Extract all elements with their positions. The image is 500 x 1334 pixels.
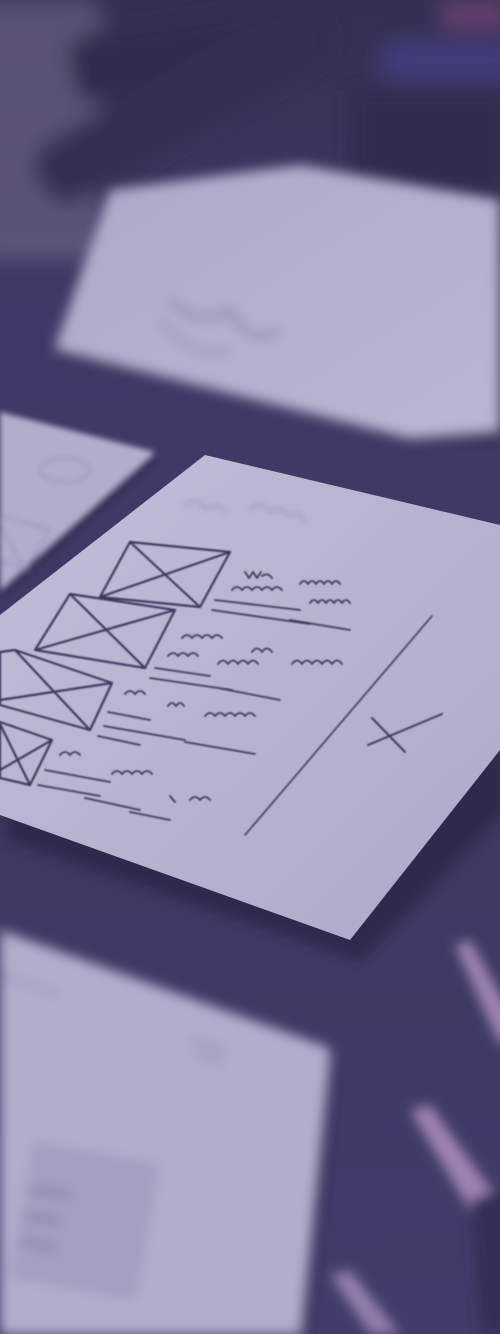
- background-photo: [0, 0, 500, 1334]
- photo-canvas: [0, 0, 500, 1334]
- color-tint-overlay: [0, 0, 500, 1334]
